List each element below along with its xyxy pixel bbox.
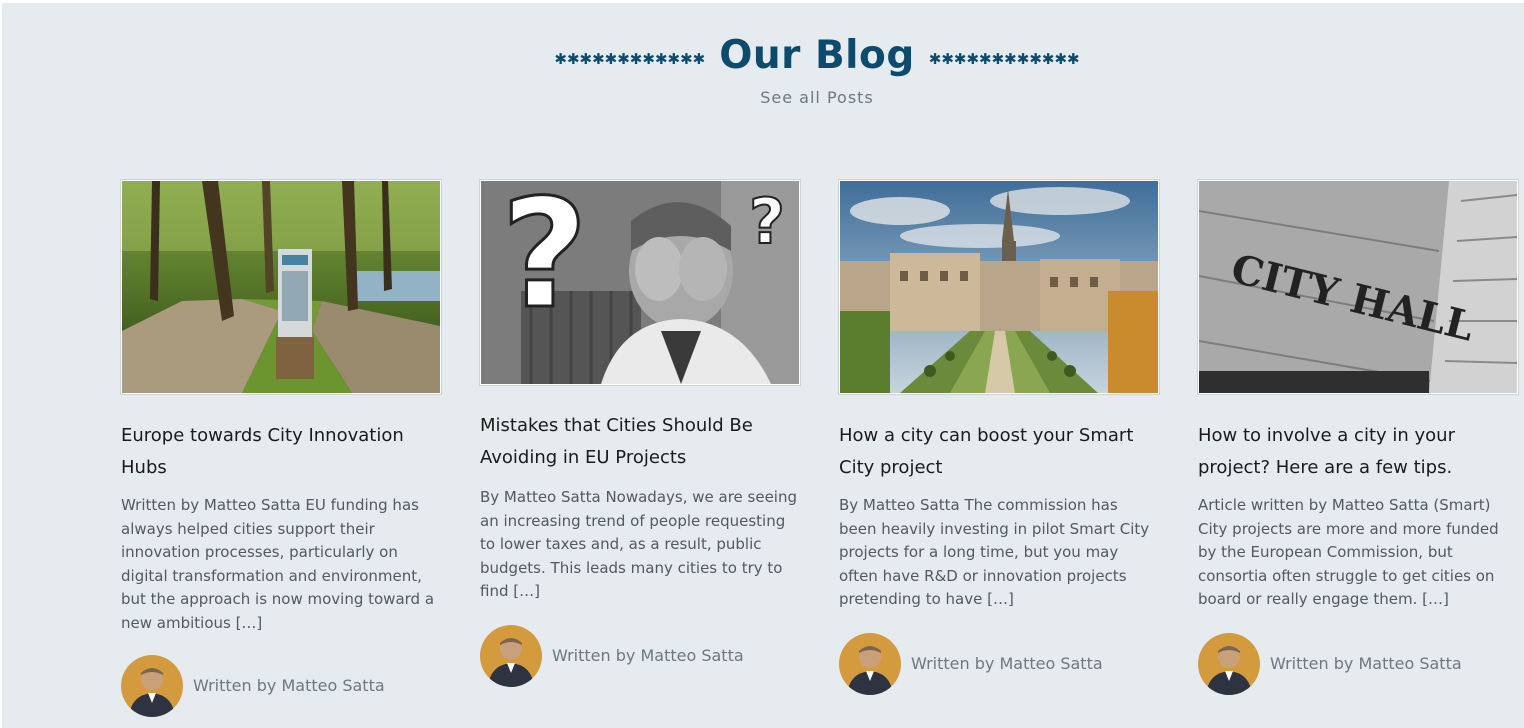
author-name[interactable]: Written by Matteo Satta [552,646,744,667]
author-name[interactable]: Written by Matteo Satta [1270,654,1462,675]
title-row: ✱✱✱✱✱✱✱✱✱✱✱✱ Our Blog ✱✱✱✱✱✱✱✱✱✱✱✱ [110,30,1524,82]
post-title-3[interactable]: How a city can boost your Smart City pro… [839,420,1159,484]
author-name[interactable]: Written by Matteo Satta [911,654,1103,675]
see-all-posts-link[interactable]: See all Posts [110,88,1524,107]
avatar [839,633,901,695]
post-thumbnail-1[interactable] [121,180,441,394]
avatar [1198,633,1260,695]
post-excerpt-3: By Matteo Satta The commission has been … [839,496,1150,609]
avatar [480,625,542,687]
post-title-1[interactable]: Europe towards City Innovation Hubs [121,420,441,484]
title-decoration-left: ✱✱✱✱✱✱✱✱✱✱✱✱ [554,49,706,68]
question-marks-photo-icon: ? ? [481,181,799,384]
cityscape-photo-icon [840,181,1158,393]
park-path-photo-icon [122,181,440,393]
post-author-3: Written by Matteo Satta [839,633,1103,695]
page-title: Our Blog [719,33,915,78]
blog-card-2: ? ? Mistakes that Cities Should Be Avoid… [480,180,800,687]
post-excerpt-4: Article written by Matteo Satta (Smart) … [1198,496,1499,609]
blog-card-3: How a city can boost your Smart City pro… [839,180,1159,695]
blog-card-1: Europe towards City Innovation Hubs Writ… [121,180,441,717]
post-author-2: Written by Matteo Satta [480,625,744,687]
post-thumbnail-2[interactable]: ? ? [480,180,800,385]
title-decoration-right: ✱✱✱✱✱✱✱✱✱✱✱✱ [928,49,1080,68]
blog-card-4: CITY HALL How to involve a city in your … [1198,180,1518,695]
post-thumbnail-4[interactable]: CITY HALL [1198,180,1518,394]
author-name[interactable]: Written by Matteo Satta [193,676,385,697]
post-title-4[interactable]: How to involve a city in your project? H… [1198,420,1518,484]
post-excerpt-2: By Matteo Satta Nowadays, we are seeing … [480,488,797,601]
post-author-4: Written by Matteo Satta [1198,633,1462,695]
city-hall-photo-icon: CITY HALL [1199,181,1517,393]
svg-text:?: ? [501,181,588,342]
post-excerpt-1: Written by Matteo Satta EU funding has a… [121,496,435,632]
svg-text:?: ? [749,185,785,258]
author-avatar-icon [839,633,901,695]
author-avatar-icon [121,655,183,717]
blog-section: ✱✱✱✱✱✱✱✱✱✱✱✱ Our Blog ✱✱✱✱✱✱✱✱✱✱✱✱ See a… [0,0,1524,728]
author-avatar-icon [1198,633,1260,695]
blog-header: ✱✱✱✱✱✱✱✱✱✱✱✱ Our Blog ✱✱✱✱✱✱✱✱✱✱✱✱ See a… [0,30,1524,107]
avatar [121,655,183,717]
post-author-1: Written by Matteo Satta [121,655,385,717]
post-title-2[interactable]: Mistakes that Cities Should Be Avoiding … [480,410,800,474]
author-avatar-icon [480,625,542,687]
post-thumbnail-3[interactable] [839,180,1159,394]
